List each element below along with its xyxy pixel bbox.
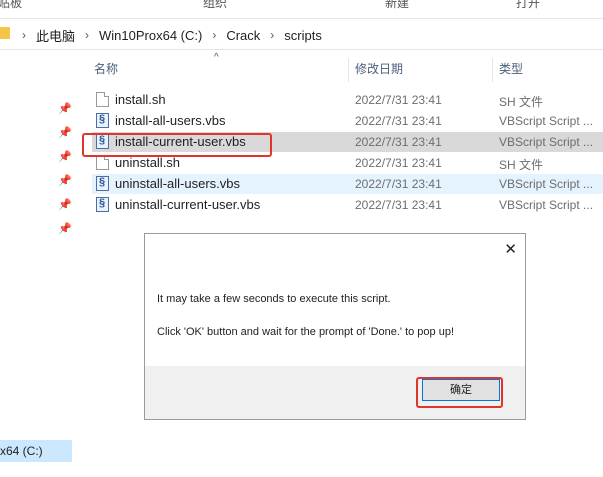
pin-icon[interactable]: 📌 <box>58 102 72 115</box>
folder-icon <box>0 27 10 39</box>
nav-item-drive[interactable]: x64 (C:) <box>0 440 72 462</box>
breadcrumb-drive[interactable]: Win10Prox64 (C:) <box>93 28 208 43</box>
file-type: VBScript Script ... <box>499 177 594 191</box>
ribbon-group-clipboard: 剪贴板 <box>0 0 23 10</box>
chevron-right-icon[interactable]: › <box>208 28 220 42</box>
pin-icon[interactable]: 📌 <box>58 198 72 211</box>
file-row-hover[interactable]: uninstall-all-users.vbs 2022/7/31 23:41 … <box>92 174 603 194</box>
pin-icon[interactable]: 📌 <box>58 150 72 163</box>
dialog-message-line-2: Click 'OK' button and wait for the promp… <box>157 326 455 338</box>
ribbon-group-organize: 组织 <box>203 0 228 10</box>
address-bar[interactable]: › 此电脑 › Win10Prox64 (C:) › Crack › scrip… <box>0 18 603 50</box>
chevron-right-icon[interactable]: › <box>18 28 30 42</box>
vbs-file-icon <box>96 113 109 128</box>
file-type: VBScript Script ... <box>499 135 594 149</box>
file-type: VBScript Script ... <box>499 114 594 128</box>
file-type: VBScript Script ... <box>499 198 594 212</box>
breadcrumb-this-pc[interactable]: 此电脑 <box>30 26 81 45</box>
column-header-type[interactable]: 类型 <box>499 60 523 77</box>
file-name: uninstall-all-users.vbs <box>115 176 240 191</box>
sort-ascending-icon: ^ <box>214 52 219 63</box>
sh-file-icon <box>96 155 109 170</box>
pin-icon[interactable]: 📌 <box>58 174 72 187</box>
dialog-message-line-1: It may take a few seconds to execute thi… <box>157 293 391 305</box>
breadcrumb-crack[interactable]: Crack <box>220 28 266 43</box>
close-icon[interactable]: ✕ <box>504 240 517 258</box>
navigation-pane: 📌 📌 📌 📌 📌 📌 <box>0 50 74 477</box>
file-date: 2022/7/31 23:41 <box>355 156 442 170</box>
ribbon-group-open: 打开 <box>516 0 541 10</box>
ribbon-remnant: 剪贴板 组织 新建 打开 <box>0 0 603 10</box>
vbs-file-icon <box>96 176 109 191</box>
file-name: install.sh <box>115 92 166 107</box>
file-row[interactable]: install-all-users.vbs 2022/7/31 23:41 VB… <box>92 111 603 131</box>
file-date: 2022/7/31 23:41 <box>355 114 442 128</box>
chevron-right-icon[interactable]: › <box>266 28 278 42</box>
file-name: uninstall.sh <box>115 155 181 170</box>
breadcrumb: › 此电脑 › Win10Prox64 (C:) › Crack › scrip… <box>18 26 328 44</box>
vbs-file-icon <box>96 197 109 212</box>
sh-file-icon <box>96 92 109 107</box>
highlight-annotation <box>82 133 272 157</box>
pin-icon[interactable]: 📌 <box>58 126 72 139</box>
pin-icon[interactable]: 📌 <box>58 222 72 235</box>
file-date: 2022/7/31 23:41 <box>355 135 442 149</box>
file-date: 2022/7/31 23:41 <box>355 93 442 107</box>
file-date: 2022/7/31 23:41 <box>355 198 442 212</box>
column-header-name[interactable]: 名称 <box>94 60 118 77</box>
file-type: SH 文件 <box>499 158 544 172</box>
highlight-annotation <box>416 377 503 408</box>
file-type: SH 文件 <box>499 95 544 109</box>
file-name: uninstall-current-user.vbs <box>115 197 261 212</box>
column-divider[interactable] <box>348 58 349 82</box>
file-row[interactable]: install.sh 2022/7/31 23:41 SH 文件 <box>92 90 603 110</box>
file-row[interactable]: uninstall-current-user.vbs 2022/7/31 23:… <box>92 195 603 215</box>
file-name: install-all-users.vbs <box>115 113 226 128</box>
ribbon-group-new: 新建 <box>385 0 410 10</box>
file-date: 2022/7/31 23:41 <box>355 177 442 191</box>
column-divider[interactable] <box>492 58 493 82</box>
breadcrumb-scripts[interactable]: scripts <box>278 28 328 43</box>
column-header-date[interactable]: 修改日期 <box>355 60 403 77</box>
chevron-right-icon[interactable]: › <box>81 28 93 42</box>
